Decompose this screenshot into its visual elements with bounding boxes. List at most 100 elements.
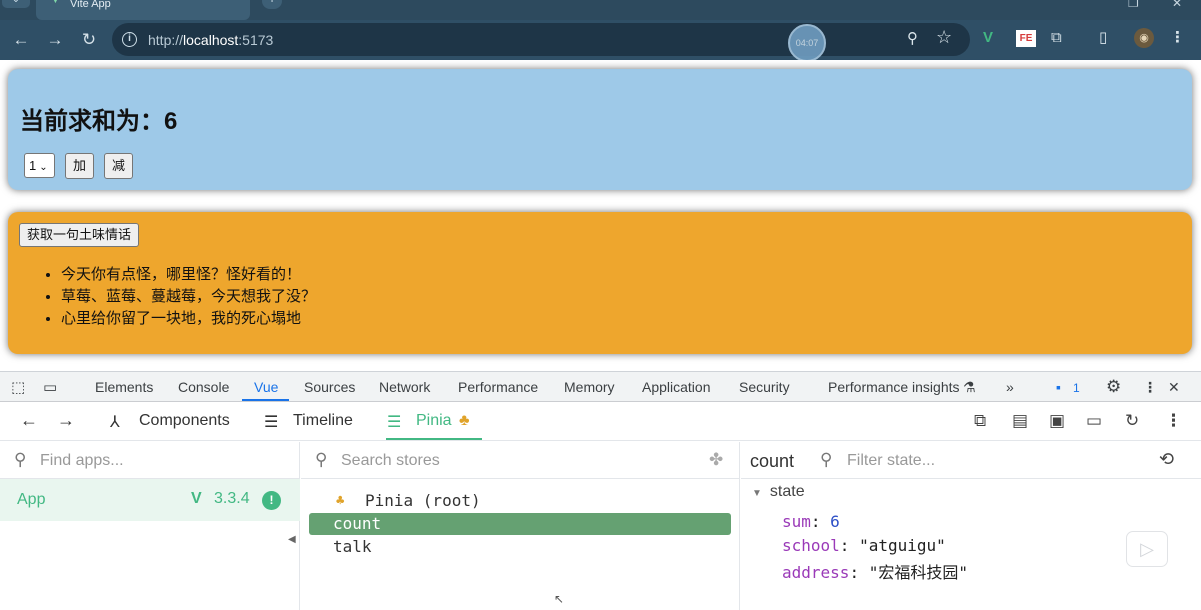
- tab-elements[interactable]: Elements: [95, 379, 153, 395]
- state-section-toggle[interactable]: ▼ state: [752, 483, 805, 501]
- app-name: App: [17, 491, 46, 508]
- nav-pinia[interactable]: Pinia: [416, 412, 452, 430]
- forward-icon[interactable]: →: [57, 410, 75, 431]
- back-icon[interactable]: ←: [20, 410, 38, 431]
- copy-icon[interactable]: ⧉: [974, 411, 986, 431]
- back-icon[interactable]: ←: [10, 29, 32, 51]
- play-overlay-icon[interactable]: ▷: [1126, 531, 1168, 567]
- store-item-root[interactable]: ♣ Pinia (root): [309, 490, 731, 512]
- count-component: 当前求和为：6 1 ⌄ 加 减: [8, 69, 1192, 190]
- store-item-talk[interactable]: talk: [309, 536, 731, 558]
- sum-heading: 当前求和为：6: [20, 108, 178, 135]
- tab-sources[interactable]: Sources: [304, 379, 355, 395]
- folder-icon[interactable]: ▭: [1086, 411, 1102, 431]
- vue-version: 3.3.4: [214, 490, 250, 507]
- state-prop-sum[interactable]: sum: 6: [782, 512, 840, 531]
- tab-console[interactable]: Console: [178, 379, 229, 395]
- vue-devtools-nav: ← → ⅄ Components ☰ Timeline ☰ Pinia ♣ ⧉ …: [0, 403, 1201, 441]
- zoom-icon[interactable]: ⚲: [907, 29, 918, 47]
- get-love-talk-button[interactable]: 获取一句土味情话: [19, 223, 140, 247]
- tab-security[interactable]: Security: [739, 379, 790, 395]
- fe-extension-icon[interactable]: FE: [1016, 30, 1036, 47]
- settings-gear-icon[interactable]: ⚙: [1106, 377, 1121, 397]
- profile-avatar[interactable]: ◉: [1134, 28, 1154, 48]
- flask-icon: ⚗: [963, 379, 976, 395]
- step-select[interactable]: 1 ⌄: [24, 153, 55, 178]
- pineapple-icon: ♣: [336, 493, 345, 509]
- tab-search-button[interactable]: ⌄: [2, 0, 30, 8]
- tab-memory[interactable]: Memory: [564, 379, 615, 395]
- clipboard-icon[interactable]: ▤: [1012, 411, 1028, 431]
- browser-menu-icon[interactable]: ⋮: [1170, 28, 1185, 48]
- browser-tab[interactable]: ▼ Vite App: [36, 0, 250, 20]
- bookmark-star-icon[interactable]: ☆: [936, 27, 952, 48]
- active-nav-underline: [386, 438, 482, 440]
- devtools-panel: ⬚ ▭ Elements Console Vue Sources Network…: [0, 371, 1201, 610]
- save-icon[interactable]: ▣: [1049, 411, 1065, 431]
- search-icon: ⚲: [14, 450, 27, 469]
- plugin-puzzle-icon[interactable]: ✤: [709, 450, 723, 470]
- tab-network[interactable]: Network: [379, 379, 430, 395]
- tab-performance-insights[interactable]: Performance insights: [828, 379, 960, 395]
- collapse-pane-icon[interactable]: ◀: [288, 530, 300, 550]
- tab-title: Vite App: [70, 0, 111, 10]
- tab-performance[interactable]: Performance: [458, 379, 538, 395]
- url-text[interactable]: http://localhost:5173: [148, 32, 273, 48]
- forward-icon[interactable]: →: [44, 29, 66, 51]
- stores-pane: ⚲ Search stores ✤ ♣ Pinia (root) count t…: [301, 442, 740, 610]
- site-info-icon[interactable]: i: [122, 32, 137, 47]
- apps-pane: ⚲ Find apps... App V 3.3.4 !: [0, 442, 300, 610]
- pinia-list-icon: ☰: [387, 414, 402, 431]
- active-tab-underline: [242, 399, 289, 401]
- devtools-tab-bar: ⬚ ▭ Elements Console Vue Sources Network…: [0, 372, 1201, 402]
- timeline-icon: ☰: [264, 414, 279, 431]
- issues-icon[interactable]: ▪: [1056, 379, 1061, 395]
- list-item: 今天你有点怪，哪里怪？怪好看的！: [61, 264, 316, 286]
- close-devtools-icon[interactable]: ✕: [1168, 379, 1180, 396]
- inspect-element-icon[interactable]: ⬚: [11, 378, 25, 396]
- restore-window-icon[interactable]: ❐: [1128, 0, 1139, 10]
- stores-search-placeholder[interactable]: Search stores: [341, 452, 440, 470]
- new-tab-button[interactable]: +: [262, 0, 282, 9]
- filter-state-input[interactable]: Filter state...: [847, 452, 935, 470]
- tab-application[interactable]: Application: [642, 379, 711, 395]
- selected-store-name: count: [750, 451, 795, 471]
- device-toolbar-icon[interactable]: ▭: [43, 378, 57, 396]
- page-viewport: 当前求和为：6 1⌄ 加 减 获取一句土味情话 今天你有点怪，哪里怪？怪好看的！…: [0, 60, 1201, 371]
- side-panel-icon[interactable]: ▯: [1099, 28, 1107, 48]
- issues-count[interactable]: 1: [1073, 381, 1080, 395]
- talk-list: 今天你有点怪，哪里怪？怪好看的！ 草莓、蓝莓、蔓越莓，今天想我了没？ 心里给你留…: [44, 264, 316, 330]
- vue-devtools-extension-icon[interactable]: V: [983, 28, 993, 48]
- close-window-icon[interactable]: ✕: [1172, 0, 1182, 10]
- state-prop-address[interactable]: address: "宏福科技园": [782, 559, 968, 583]
- more-options-icon[interactable]: ⋮: [1165, 411, 1182, 431]
- store-item-count[interactable]: count: [309, 513, 731, 535]
- minus-button[interactable]: 减: [104, 153, 134, 179]
- extensions-puzzle-icon[interactable]: ⧉: [1051, 28, 1062, 48]
- pineapple-icon: ♣: [459, 412, 470, 429]
- apps-search[interactable]: ⚲ Find apps...: [0, 442, 299, 479]
- vite-favicon-icon: ▼: [50, 0, 61, 6]
- devtools-menu-icon[interactable]: ⋮: [1143, 379, 1157, 396]
- tab-vue[interactable]: Vue: [254, 379, 278, 395]
- state-prop-school[interactable]: school: "atguigu": [782, 536, 946, 555]
- clock-overlay: 04:07: [788, 24, 826, 62]
- nav-timeline[interactable]: Timeline: [293, 412, 353, 430]
- state-pane: count ⚲ Filter state... ⟲ ▼ state sum: 6 …: [741, 442, 1201, 610]
- reload-icon[interactable]: ↻: [78, 29, 100, 51]
- search-icon: ⚲: [820, 450, 833, 469]
- apps-search-placeholder[interactable]: Find apps...: [40, 452, 124, 470]
- search-icon: ⚲: [315, 450, 328, 469]
- stores-search[interactable]: ⚲ Search stores ✤: [301, 442, 739, 479]
- mouse-cursor-icon: ↖: [554, 592, 565, 606]
- refresh-icon[interactable]: ↻: [1125, 411, 1139, 431]
- app-list-item[interactable]: App V 3.3.4 !: [0, 479, 300, 521]
- add-button[interactable]: 加: [65, 153, 95, 179]
- list-item: 草莓、蓝莓、蔓越莓，今天想我了没？: [61, 286, 316, 308]
- address-bar[interactable]: i http://localhost:5173 04:07 ⚲ ☆: [112, 23, 970, 62]
- history-icon[interactable]: ⟲: [1159, 449, 1174, 470]
- app-status-badge-icon: !: [262, 491, 281, 510]
- more-tabs-icon[interactable]: »: [1006, 379, 1014, 395]
- count-controls: 1 ⌄ 加 减: [24, 153, 134, 179]
- nav-components[interactable]: Components: [139, 412, 230, 430]
